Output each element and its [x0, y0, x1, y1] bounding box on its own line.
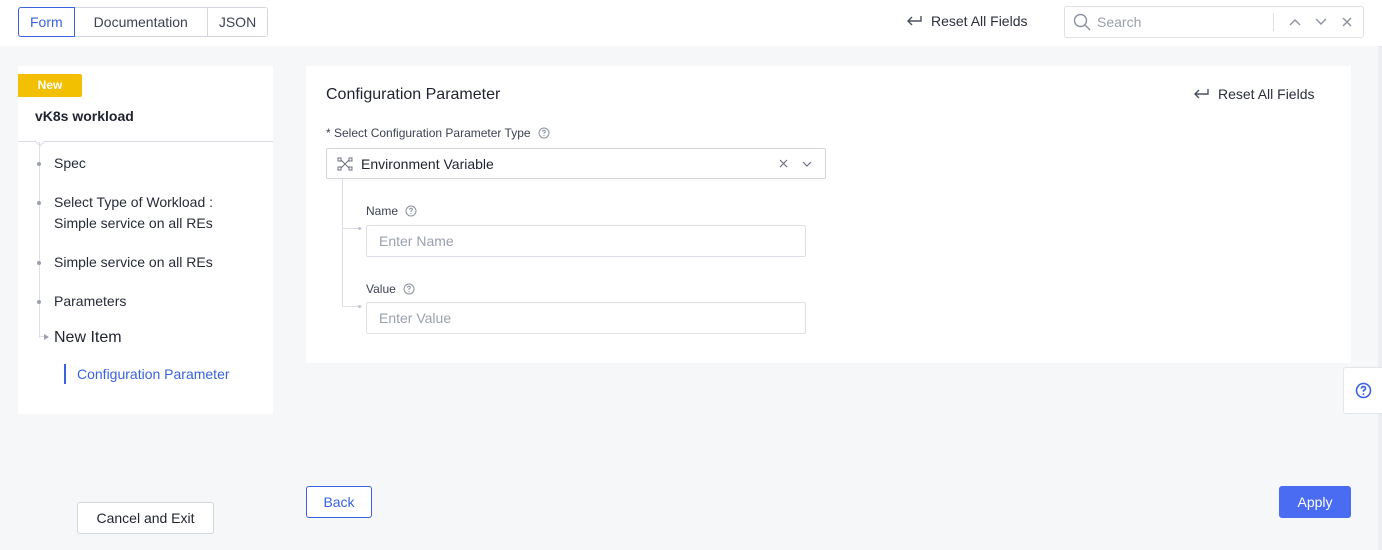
field-tree-line — [342, 179, 343, 306]
field-tree-dot — [358, 305, 361, 308]
type-field-label: * Select Configuration Parameter Type — [326, 126, 550, 140]
nav-dot — [37, 162, 41, 166]
type-label-text: * Select Configuration Parameter Type — [326, 126, 531, 140]
name-field-label: Name — [366, 204, 417, 218]
apply-button[interactable]: Apply — [1279, 486, 1351, 518]
reset-all-fields-top-label: Reset All Fields — [931, 13, 1028, 29]
value-label-text: Value — [366, 282, 396, 296]
search-prev-button[interactable] — [1282, 9, 1308, 35]
return-arrow-icon — [907, 15, 922, 25]
new-badge: New — [18, 74, 82, 97]
search-next-button[interactable] — [1308, 9, 1334, 35]
field-tree-dot — [358, 227, 361, 230]
sidebar-item-new-item[interactable]: New Item — [54, 327, 122, 348]
close-icon — [1342, 17, 1352, 27]
tab-form[interactable]: Form — [18, 7, 75, 37]
reset-all-fields-card-button[interactable]: Reset All Fields — [1193, 86, 1314, 102]
sidebar-divider-notch — [34, 135, 46, 147]
search-divider — [1273, 13, 1274, 31]
sidebar: New vK8s workload Spec Select Type of Wo… — [18, 66, 273, 414]
nav-dot — [37, 300, 41, 304]
sidebar-item-spec[interactable]: Spec — [54, 153, 86, 174]
scrollbar[interactable] — [1378, 46, 1382, 550]
clear-selection-button[interactable] — [773, 159, 793, 168]
sidebar-item-workload-type[interactable]: Select Type of Workload : Simple service… — [54, 192, 234, 234]
search-icon — [1073, 13, 1091, 31]
chevron-down-icon — [1315, 18, 1327, 25]
help-button[interactable] — [1343, 367, 1382, 414]
caret-right-icon — [44, 334, 49, 340]
return-arrow-icon — [1194, 88, 1209, 98]
config-type-value: Environment Variable — [361, 155, 494, 172]
workload-title: vK8s workload — [35, 108, 134, 124]
sidebar-item-parameters[interactable]: Parameters — [54, 291, 126, 312]
nav-dot — [37, 261, 41, 265]
tab-json[interactable]: JSON — [207, 8, 268, 36]
configuration-parameter-card: Configuration Parameter Reset All Fields… — [306, 66, 1351, 363]
help-circle-icon — [1355, 382, 1371, 399]
tab-documentation[interactable]: Documentation — [74, 8, 208, 36]
nav-tree-line — [39, 142, 40, 338]
chevron-down-icon — [802, 161, 812, 167]
name-label-text: Name — [366, 204, 399, 218]
sidebar-item-configuration-parameter[interactable]: Configuration Parameter — [64, 364, 230, 384]
reset-all-fields-card-label: Reset All Fields — [1218, 86, 1315, 102]
reset-all-fields-top-button[interactable]: Reset All Fields — [906, 13, 1027, 29]
select-chevron-button[interactable] — [797, 161, 817, 167]
name-input[interactable] — [366, 225, 806, 257]
question-icon[interactable] — [538, 127, 550, 139]
value-field-label: Value — [366, 282, 415, 296]
question-icon[interactable] — [405, 205, 417, 217]
back-button[interactable]: Back — [306, 486, 372, 518]
search-close-button[interactable] — [1334, 9, 1360, 35]
value-input[interactable] — [366, 302, 806, 334]
nav-dot — [37, 201, 41, 205]
top-bar: Form Documentation JSON Reset All Fields — [0, 0, 1382, 46]
sidebar-divider — [18, 141, 273, 142]
config-type-select[interactable]: Environment Variable — [326, 148, 826, 179]
card-title: Configuration Parameter — [326, 86, 501, 103]
close-icon — [779, 159, 787, 168]
search-box — [1064, 6, 1364, 38]
sidebar-item-simple-service[interactable]: Simple service on all REs — [54, 252, 213, 273]
view-tabs: Form Documentation JSON — [18, 7, 269, 37]
question-icon[interactable] — [403, 283, 415, 295]
env-variable-icon — [337, 157, 353, 171]
cancel-and-exit-button[interactable]: Cancel and Exit — [77, 502, 214, 534]
chevron-up-icon — [1289, 19, 1301, 26]
search-input[interactable] — [1097, 14, 1267, 30]
